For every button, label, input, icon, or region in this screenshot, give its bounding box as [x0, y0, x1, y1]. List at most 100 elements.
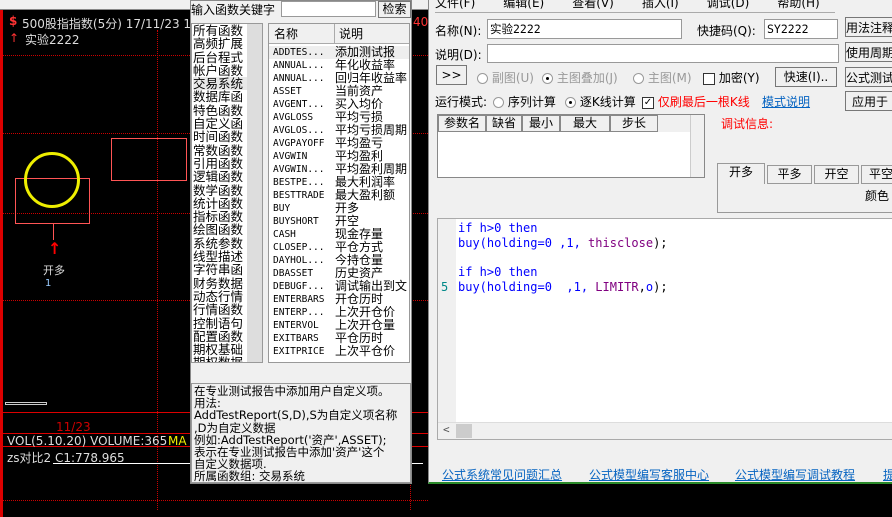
name-label: 名称(N):: [435, 24, 482, 38]
line-number: 5: [441, 280, 449, 294]
last-bar-checkbox[interactable]: ✓ 仅刷最后一根K线: [642, 93, 750, 110]
col-desc[interactable]: 说明: [335, 24, 363, 43]
parameter-table[interactable]: 参数名 缺省 最小 最大 步长: [437, 114, 705, 178]
menu-item[interactable]: 调试(D): [707, 0, 750, 11]
function-name: BESTTRADE: [273, 190, 325, 201]
menu-item[interactable]: 文件(F): [435, 0, 475, 11]
function-name: AVGLOSS: [273, 112, 314, 123]
horizontal-scrollbar[interactable]: <: [438, 422, 892, 439]
mode-tick-radio[interactable]: 逐K线计算: [565, 93, 636, 110]
shortcut-label: 快捷码(Q):: [697, 24, 756, 38]
link-faq[interactable]: 公式系统常见问题汇总: [442, 466, 562, 483]
function-name: ANNUAL...: [273, 60, 325, 71]
col-name[interactable]: 名称: [269, 24, 335, 43]
menu-item[interactable]: 插入(I): [642, 0, 679, 11]
arrow-up-icon: ↑: [9, 31, 20, 45]
tab-close-long[interactable]: 平多: [767, 165, 812, 184]
menu-item[interactable]: 查看(V): [572, 0, 614, 11]
menu-item[interactable]: 编辑(E): [503, 0, 544, 11]
category-scrollbar[interactable]: [247, 24, 262, 362]
function-row[interactable]: EXITPRICE 上次平仓价: [269, 345, 409, 358]
radio-subchart[interactable]: 副图(U): [477, 69, 534, 86]
param-column-header[interactable]: 最大: [560, 115, 610, 132]
vol-ma: MA: [168, 434, 187, 448]
link-more[interactable]: 提: [883, 466, 892, 483]
function-name: ANNUAL...: [273, 73, 325, 84]
code-editor[interactable]: if h>0 then buy(holding=0 ,1, thisclose)…: [437, 218, 892, 440]
tab-close-short[interactable]: 平空: [861, 165, 892, 184]
buy-arrow-icon: ↑: [48, 239, 62, 258]
function-name: AVGPAYOFF: [273, 138, 325, 149]
description-line: 在专业测试报告中添加用户自定义项。: [194, 384, 390, 398]
description-line: AddTestReport(S,D),S为自定义项名称: [194, 408, 398, 423]
function-search-input[interactable]: [281, 1, 376, 17]
function-name: AVGLOS...: [273, 125, 325, 136]
name-input[interactable]: [487, 19, 682, 39]
encrypt-checkbox[interactable]: 加密(Y): [703, 69, 760, 86]
function-name: CASH: [273, 229, 296, 240]
chart-title: 500股指指数(5分) 17/11/23 14: [22, 17, 199, 31]
mode-help-link[interactable]: 模式说明: [762, 93, 810, 110]
expand-button[interactable]: >>: [436, 65, 467, 85]
function-name: EXITBARS: [273, 333, 319, 344]
search-button[interactable]: 检索: [378, 1, 411, 18]
function-name: BUY: [273, 203, 291, 214]
function-name: AVGWIN...: [273, 164, 325, 175]
menu-item[interactable]: 帮助(H): [777, 0, 819, 11]
scroll-left-icon: <: [443, 423, 450, 436]
param-scrollbar[interactable]: [690, 115, 704, 177]
function-name: DBASSET: [273, 268, 314, 279]
function-name: BUYSHORT: [273, 216, 319, 227]
function-description: 在专业测试报告中添加用户自定义项。 用法: AddTestReport(S,D),S…: [191, 383, 411, 483]
link-tutorial[interactable]: 公式模型编写调试教程: [735, 466, 855, 483]
signal-label: 开多: [43, 264, 65, 277]
signal-count: 1: [45, 278, 52, 289]
usage-note-button[interactable]: 用法注释: [845, 17, 892, 37]
vol-line: VOL(5.10.20) VOLUME:365: [7, 434, 168, 448]
quick-button[interactable]: 快速(I)..: [775, 67, 837, 87]
formula-editor: 文件(F) 编辑(E) 查看(V) 插入(I) 调试(D) 帮助(H) 名称(N): 快捷…: [428, 0, 892, 484]
date-label: 11/23: [56, 420, 91, 434]
function-name: AVGWIN: [273, 151, 308, 162]
function-name: ENTERP...: [273, 307, 325, 318]
candle: [111, 138, 187, 181]
dollar-icon: $: [9, 14, 18, 28]
formula-test-button[interactable]: 公式测试: [845, 67, 892, 87]
mode-series-radio[interactable]: 序列计算: [493, 93, 556, 110]
color-label: 颜色: [865, 189, 890, 203]
param-column-header[interactable]: 最小: [522, 115, 560, 132]
link-service[interactable]: 公式模型编写客服中心: [589, 466, 709, 483]
debug-label: 调试信息:: [721, 117, 774, 131]
function-name: ASSET: [273, 86, 302, 97]
compare-line: zs对比2 C1:778.965: [7, 451, 125, 465]
category-list[interactable]: 所有函数 高频扩展 后台程式 帐户函数 交易系统 数据库函 特色函数 自定义函 时间函数 常数函数…: [191, 23, 263, 363]
function-name: ENTERVOL: [273, 320, 319, 331]
radio-overlay[interactable]: 主图叠加(J): [542, 69, 618, 86]
desc-label: 说明(D):: [435, 48, 482, 62]
function-name: DEBUGF...: [273, 281, 325, 292]
param-column-header[interactable]: 参数名: [438, 115, 486, 132]
dialog-title: 输入函数关键字: [191, 3, 276, 17]
function-name: BESTPE...: [273, 177, 325, 188]
tab-open-long[interactable]: 开多: [717, 163, 765, 184]
param-column-header[interactable]: 缺省: [486, 115, 522, 132]
highlight-circle: [24, 152, 80, 208]
tab-open-short[interactable]: 开空: [814, 165, 859, 184]
function-table[interactable]: 名称 说明 ADDTES... 添加测试报 ANNUAL... 年化收益率 ANNUAL…: [268, 23, 410, 363]
indicator-name: 实验2222: [25, 33, 80, 47]
radio-main[interactable]: 主图(M): [633, 69, 692, 86]
period-button[interactable]: 使用周期: [845, 42, 892, 62]
function-name: AVGENT...: [273, 99, 325, 110]
function-name: ADDTES...: [273, 47, 325, 58]
function-desc: 上次平仓价: [335, 344, 396, 358]
description-line: 所属函数组: 交易系统: [194, 469, 306, 483]
function-search-dialog: 输入函数关键字 检索 所有函数 高频扩展 后台程式 帐户函数 交易系统 数据库函 特色函数自…: [190, 0, 412, 484]
menu-bar: 文件(F) 编辑(E) 查看(V) 插入(I) 调试(D) 帮助(H): [435, 0, 820, 11]
description-line: ,D为自定义数据: [194, 420, 276, 435]
desc-input[interactable]: [487, 44, 839, 63]
param-column-header[interactable]: 步长: [610, 115, 658, 132]
shortcut-input[interactable]: [764, 19, 838, 39]
apply-button[interactable]: 应用于: [845, 91, 892, 111]
function-name: DAYHOL...: [273, 255, 325, 266]
function-name: CLOSEP...: [273, 242, 325, 253]
